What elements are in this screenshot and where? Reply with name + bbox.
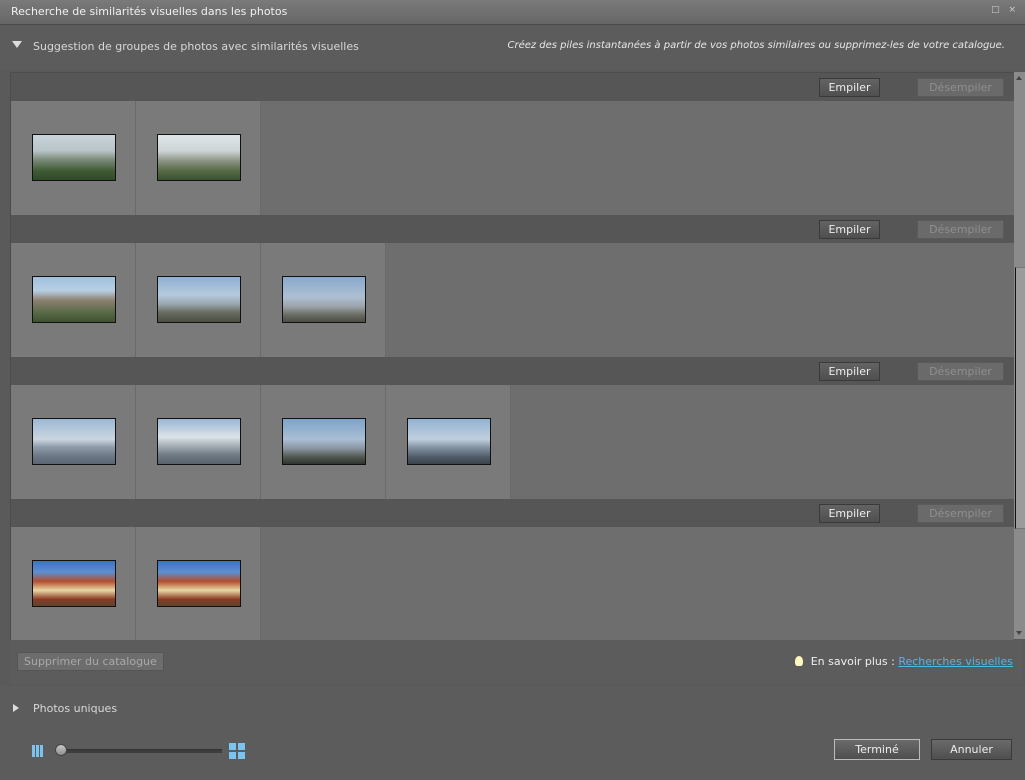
photo-cell[interactable] [136, 527, 261, 640]
group-row [11, 243, 1014, 357]
photo-cell[interactable] [136, 101, 261, 215]
photo-cell[interactable] [11, 385, 136, 499]
group-row [11, 101, 1014, 215]
visual-search-link[interactable]: Recherches visuelles [898, 655, 1013, 668]
window-title: Recherche de similarités visuelles dans … [11, 5, 288, 18]
photo-thumbnail[interactable] [157, 134, 241, 181]
groups-panel: Empiler Désempiler Empiler Désempiler Em… [10, 72, 1015, 641]
photo-thumbnail[interactable] [282, 418, 366, 465]
photo-cell[interactable] [261, 385, 386, 499]
learn-more: En savoir plus : Recherches visuelles [794, 655, 1013, 668]
unique-photos-label[interactable]: Photos uniques [33, 702, 117, 715]
stack-button[interactable]: Empiler [819, 504, 880, 523]
unique-photos-section: Photos uniques [0, 686, 1025, 728]
stack-button[interactable]: Empiler [819, 220, 880, 239]
photo-cell[interactable] [11, 243, 136, 357]
stack-button[interactable]: Empiler [819, 362, 880, 381]
suggestions-description: Créez des piles instantanées à partir de… [507, 40, 1005, 51]
large-thumbnails-icon[interactable] [229, 743, 245, 759]
stack-button[interactable]: Empiler [819, 78, 880, 97]
photo-thumbnail[interactable] [32, 418, 116, 465]
photo-thumbnail[interactable] [282, 276, 366, 323]
suggestions-heading[interactable]: Suggestion de groupes de photos avec sim… [33, 40, 359, 53]
scrollbar-thumb[interactable] [1015, 267, 1025, 529]
window-controls[interactable]: □ × [991, 5, 1019, 15]
photo-thumbnail[interactable] [157, 276, 241, 323]
group-bar: Empiler Désempiler [11, 73, 1014, 101]
small-thumbnails-icon[interactable] [32, 745, 44, 757]
panel-footer: Supprimer du catalogue En savoir plus : … [10, 640, 1023, 684]
remove-from-catalog-button[interactable]: Supprimer du catalogue [17, 652, 164, 671]
photo-thumbnail[interactable] [407, 418, 491, 465]
unstack-button[interactable]: Désempiler [917, 220, 1004, 239]
photo-thumbnail[interactable] [32, 560, 116, 607]
group-row [11, 385, 1014, 499]
unstack-button[interactable]: Désempiler [917, 504, 1004, 523]
slider-knob[interactable] [55, 744, 67, 756]
group-bar: Empiler Désempiler [11, 215, 1014, 243]
unstack-button[interactable]: Désempiler [917, 362, 1004, 381]
group-bar: Empiler Désempiler [11, 357, 1014, 385]
photo-cell[interactable] [386, 385, 511, 499]
title-bar: Recherche de similarités visuelles dans … [0, 0, 1025, 25]
group-bar: Empiler Désempiler [11, 499, 1014, 527]
photo-cell[interactable] [11, 101, 136, 215]
vertical-scrollbar[interactable] [1014, 72, 1025, 639]
unstack-button[interactable]: Désempiler [917, 78, 1004, 97]
collapse-triangle-icon[interactable] [12, 41, 22, 48]
photo-cell[interactable] [11, 527, 136, 640]
photo-thumbnail[interactable] [157, 418, 241, 465]
photo-thumbnail[interactable] [157, 560, 241, 607]
photo-cell[interactable] [261, 243, 386, 357]
lightbulb-icon [794, 656, 803, 666]
photo-cell[interactable] [136, 243, 261, 357]
photo-cell[interactable] [136, 385, 261, 499]
bottom-bar: Terminé Annuler [0, 728, 1025, 780]
suggestions-header: Suggestion de groupes de photos avec sim… [0, 25, 1025, 70]
done-button[interactable]: Terminé [834, 739, 920, 760]
scroll-up-icon[interactable] [1016, 76, 1022, 80]
cancel-button[interactable]: Annuler [931, 739, 1012, 760]
thumbnail-size-slider[interactable] [62, 749, 222, 753]
photo-thumbnail[interactable] [32, 134, 116, 181]
scroll-down-icon[interactable] [1016, 631, 1022, 635]
expand-triangle-icon[interactable] [13, 704, 19, 712]
photo-thumbnail[interactable] [32, 276, 116, 323]
group-row [11, 527, 1014, 640]
learn-more-prefix: En savoir plus : [810, 655, 899, 668]
